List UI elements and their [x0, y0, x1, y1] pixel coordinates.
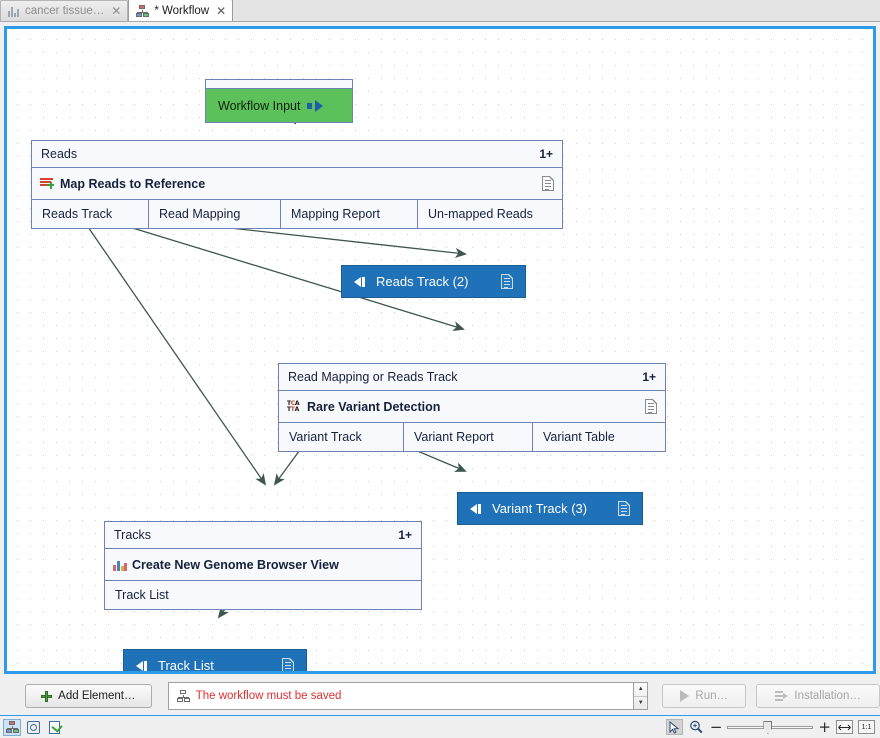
add-element-label: Add Element…	[58, 690, 135, 702]
zoom-slider-thumb[interactable]	[763, 721, 772, 734]
close-icon[interactable]: ✕	[111, 5, 121, 17]
checklist-icon[interactable]	[45, 719, 63, 736]
workflow-editor-window: cancer tissue… ✕ * Workflow ✕	[0, 0, 880, 738]
output-node-label: Reads Track (2)	[376, 274, 493, 289]
chart-icon	[8, 6, 20, 17]
output-port-reads-track[interactable]: Reads Track	[32, 200, 149, 228]
installation-icon	[775, 690, 788, 702]
tab-label: cancer tissue…	[25, 5, 104, 17]
workflow-view-icon[interactable]	[3, 719, 21, 736]
node-create-new-genome-browser-view[interactable]: Tracks 1+ Create New Genome Browser View	[104, 521, 422, 610]
output-port-variant-table[interactable]: Variant Table	[533, 423, 665, 451]
actual-size-button[interactable]: 1:1	[858, 720, 875, 734]
close-icon[interactable]: ✕	[216, 5, 226, 17]
history-clock-icon[interactable]	[24, 719, 42, 736]
workflow-canvas[interactable]: Workflow Input Reads 1+	[7, 29, 873, 671]
node-title: Create New Genome Browser View	[132, 558, 339, 572]
zoom-out-button[interactable]: −	[710, 720, 723, 735]
zoom-magnifier-icon[interactable]	[688, 719, 705, 735]
node-title: Rare Variant Detection	[307, 400, 440, 414]
document-icon[interactable]	[618, 501, 630, 516]
installation-label: Installation…	[794, 690, 860, 702]
scroll-spinner[interactable]: ▲ ▼	[634, 682, 648, 710]
node-input-label: Reads	[41, 147, 77, 161]
status-field-group: The workflow must be saved ▲ ▼	[168, 682, 648, 710]
export-left-arrow-icon	[470, 503, 484, 515]
play-icon	[680, 690, 689, 702]
document-icon[interactable]	[645, 399, 657, 414]
node-output-row: Variant Track Variant Report Variant Tab…	[279, 423, 665, 451]
input-multiplicity: 1+	[642, 370, 656, 384]
node-input-label: Read Mapping or Reads Track	[288, 370, 458, 384]
node-title-row[interactable]: TCA TTA Rare Variant Detection	[279, 391, 665, 423]
variant-detection-icon: TCA TTA	[287, 400, 302, 413]
node-title-row[interactable]: Create New Genome Browser View	[105, 549, 421, 581]
status-bar: − + 1:1	[0, 715, 880, 738]
status-message: The workflow must be saved	[196, 690, 342, 702]
tab-workflow[interactable]: * Workflow ✕	[128, 0, 233, 21]
document-icon[interactable]	[542, 176, 554, 191]
right-arrow-icon	[307, 100, 323, 112]
workflow-input-body[interactable]: Workflow Input	[206, 89, 352, 122]
node-top-strip	[206, 80, 352, 89]
pointer-arrow-icon[interactable]	[666, 719, 683, 735]
run-button[interactable]: Run…	[662, 684, 746, 708]
tab-cancer-tissue[interactable]: cancer tissue… ✕	[0, 0, 128, 21]
input-multiplicity: 1+	[539, 147, 553, 161]
node-output-row: Track List	[105, 581, 421, 609]
document-icon[interactable]	[501, 274, 513, 289]
node-input-row[interactable]: Reads 1+	[32, 141, 562, 168]
workflow-tree-icon	[136, 5, 149, 17]
export-left-arrow-icon	[354, 276, 368, 288]
node-input-row[interactable]: Tracks 1+	[105, 522, 421, 549]
workflow-canvas-container[interactable]: Workflow Input Reads 1+	[4, 26, 876, 674]
document-icon[interactable]	[282, 658, 294, 671]
export-left-arrow-icon	[136, 660, 150, 672]
zoom-in-button[interactable]: +	[818, 720, 831, 735]
node-input-label: Tracks	[114, 528, 151, 542]
zoom-slider[interactable]	[727, 719, 813, 735]
workflow-input-label: Workflow Input	[218, 99, 300, 113]
spinner-down-button[interactable]: ▼	[634, 697, 647, 710]
node-rare-variant-detection[interactable]: Read Mapping or Reads Track 1+ TCA TTA R…	[278, 363, 666, 452]
output-port-mapping-report[interactable]: Mapping Report	[281, 200, 418, 228]
spinner-up-button[interactable]: ▲	[634, 683, 647, 697]
output-node-label: Track List	[158, 658, 274, 671]
output-port-read-mapping[interactable]: Read Mapping	[149, 200, 281, 228]
node-output-row: Reads Track Read Mapping Mapping Report …	[32, 200, 562, 228]
node-title-row[interactable]: Map Reads to Reference	[32, 168, 562, 200]
zoom-controls: − + 1:1	[666, 719, 875, 735]
workflow-input-node[interactable]: Workflow Input	[205, 79, 353, 123]
output-port-unmapped-reads[interactable]: Un-mapped Reads	[418, 200, 562, 228]
bottom-toolbar: Add Element… The workflow must be saved …	[0, 677, 880, 715]
fit-width-button[interactable]	[836, 720, 853, 734]
tab-label: * Workflow	[154, 5, 209, 17]
map-reads-icon	[40, 177, 55, 190]
genome-browser-icon	[113, 558, 127, 571]
output-node-track-list[interactable]: Track List	[123, 649, 307, 671]
node-map-reads-to-reference[interactable]: Reads 1+ Map Reads to Reference	[31, 140, 563, 229]
node-title: Map Reads to Reference	[60, 177, 205, 191]
plus-icon	[41, 691, 52, 702]
output-node-reads-track-2[interactable]: Reads Track (2)	[341, 265, 526, 298]
output-port-track-list[interactable]: Track List	[105, 581, 421, 609]
workflow-tree-icon	[177, 690, 190, 702]
installation-button[interactable]: Installation…	[756, 684, 880, 708]
output-node-variant-track-3[interactable]: Variant Track (3)	[457, 492, 643, 525]
node-input-row[interactable]: Read Mapping or Reads Track 1+	[279, 364, 665, 391]
output-node-label: Variant Track (3)	[492, 501, 610, 516]
tab-bar: cancer tissue… ✕ * Workflow ✕	[0, 0, 880, 22]
input-multiplicity: 1+	[398, 528, 412, 542]
workflow-status-field: The workflow must be saved	[168, 682, 634, 710]
run-label: Run…	[695, 690, 728, 702]
output-port-variant-track[interactable]: Variant Track	[279, 423, 404, 451]
output-port-variant-report[interactable]: Variant Report	[404, 423, 533, 451]
add-element-button[interactable]: Add Element…	[25, 684, 152, 708]
